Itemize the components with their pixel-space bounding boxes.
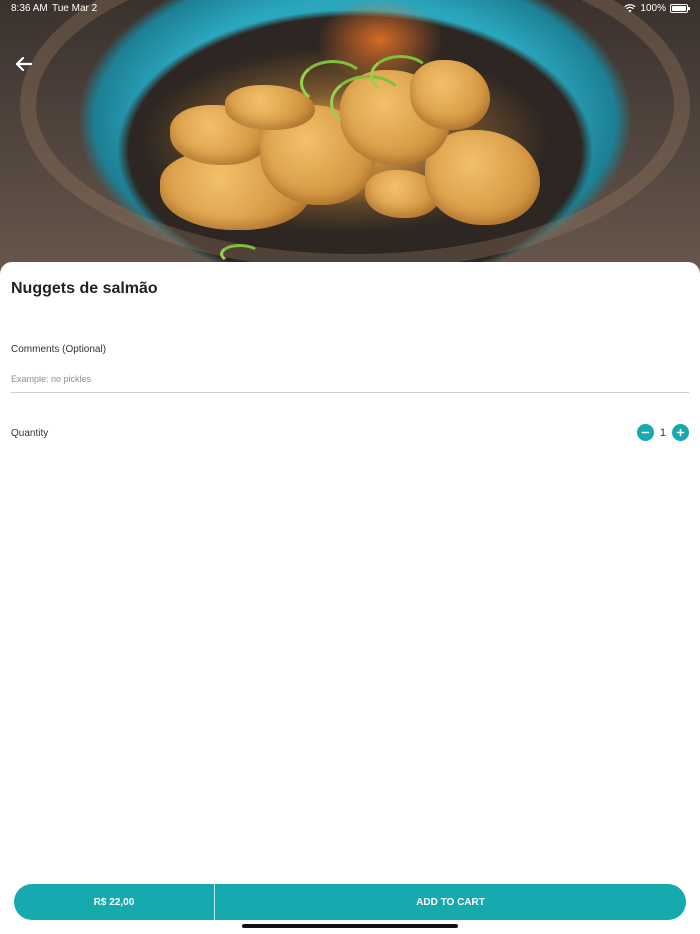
status-bar: 8:36 AM Tue Mar 2 100% (0, 0, 700, 18)
cart-bar: R$ 22,00 ADD TO CART (14, 884, 686, 920)
arrow-left-icon (15, 56, 33, 72)
quantity-stepper: 1 (636, 424, 689, 441)
back-button[interactable] (12, 52, 36, 76)
status-date: Tue Mar 2 (52, 3, 98, 14)
product-image (0, 0, 700, 290)
status-time: 8:36 AM (11, 3, 48, 14)
plus-icon (676, 428, 685, 437)
price-display: R$ 22,00 (14, 884, 215, 920)
comments-input[interactable] (11, 366, 689, 393)
quantity-value: 1 (659, 426, 666, 439)
product-details-sheet: Nuggets de salmão Comments (Optional) Qu… (0, 262, 700, 934)
home-indicator (242, 924, 458, 928)
add-to-cart-button[interactable]: ADD TO CART (215, 884, 686, 920)
minus-icon (641, 431, 650, 434)
battery-icon (670, 4, 690, 13)
wifi-icon (624, 4, 637, 13)
increment-button[interactable] (672, 424, 689, 441)
battery-percentage: 100% (640, 3, 666, 14)
quantity-label: Quantity (11, 428, 49, 439)
comments-label: Comments (Optional) (11, 344, 107, 355)
decrement-button[interactable] (636, 424, 654, 441)
scallion-garnish (370, 55, 431, 96)
scallion-garnish (220, 244, 260, 264)
product-title: Nuggets de salmão (11, 280, 158, 297)
status-indicators: 100% (624, 3, 690, 14)
